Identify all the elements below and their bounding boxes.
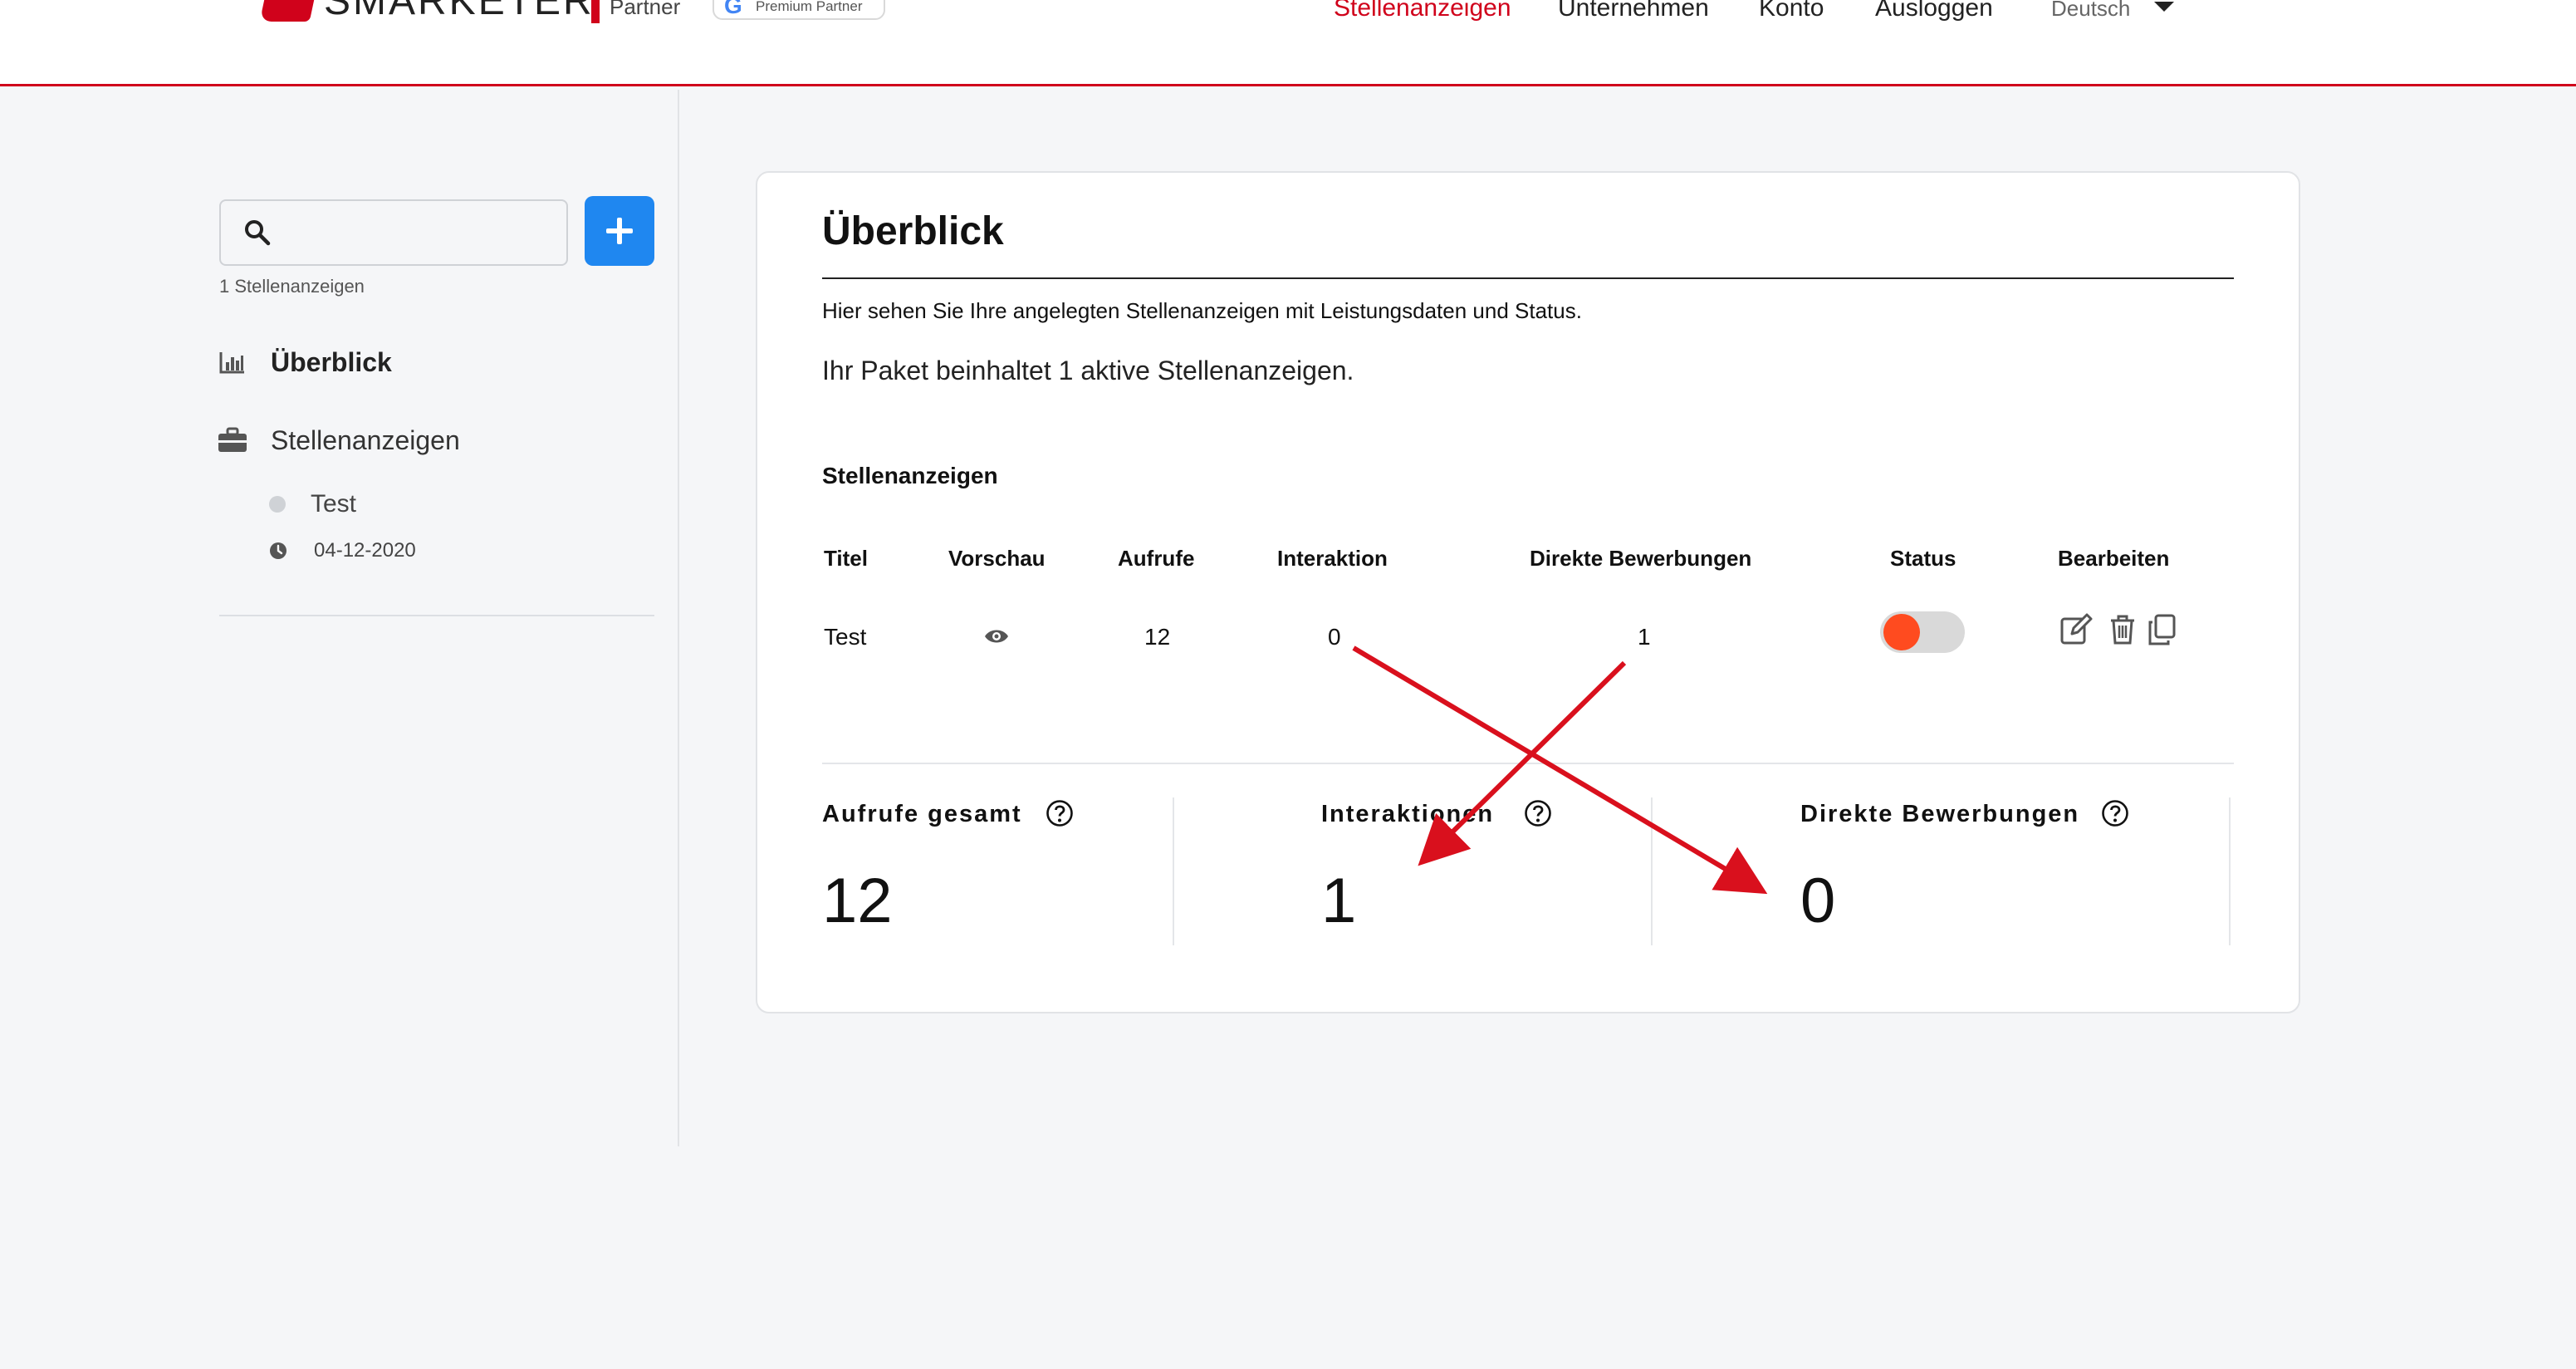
stat-value-direkte-bewerbungen: 0 [1800,866,1836,936]
stats-separator [822,763,2234,764]
stat-divider [1173,797,1174,945]
nav-konto[interactable]: Konto [1759,0,1824,25]
google-badge-label: Premium Partner [756,0,863,14]
row-interactions: 0 [1328,624,1341,650]
status-dot [269,496,286,513]
edit-icon[interactable] [2059,613,2093,646]
sidebar-divider [678,90,679,1146]
copy-icon[interactable] [2146,613,2179,646]
search-input[interactable] [219,199,568,266]
nav-unternehmen[interactable]: Unternehmen [1558,0,1709,25]
ads-count: 1 Stellenanzeigen [219,276,365,297]
google-premium-partner-badge: G Premium Partner [713,0,885,20]
sidebar-separator [219,615,654,616]
column-header-aufrufe: Aufrufe [1118,546,1195,571]
partner-mark [591,0,600,23]
eye-icon[interactable] [983,625,1010,648]
sidebar-item-ueberblick[interactable]: Überblick [271,346,392,379]
language-select[interactable]: Deutsch [2051,0,2130,25]
column-header-status: Status [1890,546,1956,571]
help-icon[interactable] [2101,799,2129,827]
row-title[interactable]: Test [824,623,866,651]
page-title: Überblick [822,209,1004,253]
page-description: Hier sehen Sie Ihre angelegten Stellenan… [822,298,1582,323]
package-info: Ihr Paket beinhaltet 1 aktive Stellenanz… [822,356,1354,385]
stat-label-direkte-bewerbungen: Direkte Bewerbungen [1800,801,2080,827]
stat-value-aufrufe: 12 [822,866,893,936]
status-toggle[interactable] [1880,611,1965,653]
help-icon[interactable] [1046,799,1074,827]
stat-divider [2229,797,2231,945]
partner-label: Partner [610,0,681,19]
smarketer-logo-icon[interactable] [259,0,319,22]
column-header-vorschau: Vorschau [948,546,1046,571]
logo-text[interactable]: SMARKETER [324,0,595,22]
row-applications: 1 [1638,624,1651,650]
toggle-knob [1883,614,1920,650]
column-header-titel: Titel [824,546,868,571]
column-header-direkte-bewerbungen: Direkte Bewerbungen [1530,546,1752,571]
clock-icon [270,542,286,559]
nav-ausloggen[interactable]: Ausloggen [1875,0,1993,25]
top-header: SMARKETER Partner G Premium Partner Stel… [0,0,2576,86]
briefcase-icon [218,427,247,452]
stat-value-interaktionen: 1 [1321,866,1357,936]
google-icon: G [724,0,742,18]
stat-label-aufrufe: Aufrufe gesamt [822,801,1022,827]
stat-label-interaktionen: Interaktionen [1321,801,1495,827]
add-ad-button[interactable] [585,196,654,266]
sidebar-subitem-test[interactable]: Test [311,488,356,520]
trash-icon[interactable] [2106,613,2139,646]
help-icon[interactable] [1524,799,1552,827]
bar-chart-icon [219,352,244,374]
nav-stellenanzeigen[interactable]: Stellenanzeigen [1334,0,1511,25]
title-underline [822,277,2234,279]
chevron-down-icon[interactable] [2154,2,2174,12]
ad-date: 04-12-2020 [314,539,416,562]
stat-divider [1651,797,1653,945]
column-header-interaktion: Interaktion [1277,546,1388,571]
section-title: Stellenanzeigen [822,463,998,488]
row-views: 12 [1144,624,1171,650]
search-icon [245,220,271,246]
sidebar-item-stellenanzeigen[interactable]: Stellenanzeigen [271,424,460,457]
column-header-bearbeiten: Bearbeiten [2058,546,2170,571]
